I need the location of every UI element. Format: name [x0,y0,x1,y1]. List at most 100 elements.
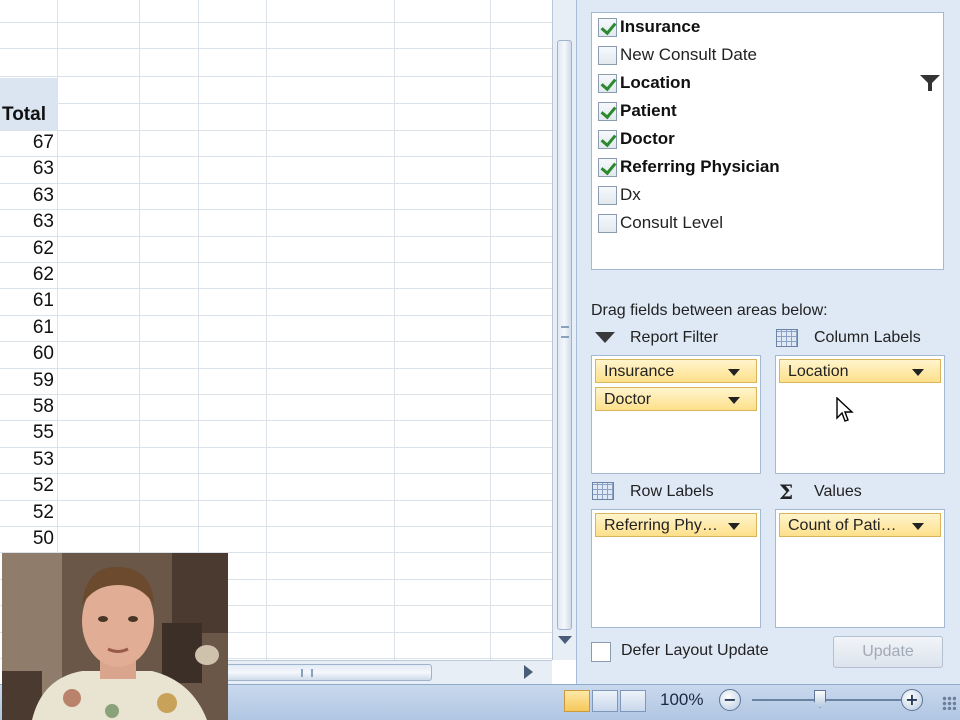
update-button[interactable]: Update [833,636,943,668]
total-cell[interactable]: 52 [0,473,54,499]
field-checkbox[interactable] [598,46,617,65]
zoom-in-icon[interactable]: + [901,689,923,711]
field-label: New Consult Date [620,45,758,64]
total-cell[interactable]: 62 [0,262,54,288]
field-item[interactable]: Patient [596,99,936,123]
total-cell[interactable]: 50 [0,526,54,552]
dropdown-arrow-icon[interactable] [728,369,740,376]
total-cell[interactable]: 63 [0,156,54,182]
grid-row-line [0,394,552,395]
horizontal-scrollbar[interactable] [226,660,552,684]
grid-row-line [0,526,552,527]
field-item[interactable]: Dx [596,183,936,207]
field-checkbox[interactable] [598,130,617,149]
resize-grip-icon[interactable] [942,696,956,710]
dropdown-arrow-icon[interactable] [728,523,740,530]
defer-layout-update-label: Defer Layout Update [621,642,769,659]
zoom-level[interactable]: 100% [660,690,703,710]
area-field-pill[interactable]: Doctor [595,387,757,411]
grid-row-line [0,156,552,157]
grid-column-line [394,0,395,660]
field-checkbox[interactable] [598,18,617,37]
total-cell[interactable]: 53 [0,447,54,473]
page-break-preview-button[interactable] [620,690,646,712]
webcam-overlay [2,553,228,720]
total-header-label: Total [2,104,46,125]
mouse-cursor-icon [836,397,854,422]
total-cell[interactable]: 62 [0,236,54,262]
row-labels-title: Row Labels [630,483,714,500]
report-filter-area[interactable]: Insurance Doctor [591,355,761,474]
area-field-pill[interactable]: Referring Phy… [595,513,757,537]
field-item[interactable]: New Consult Date [596,43,936,67]
field-label: Consult Level [620,213,724,232]
field-label: Dx [620,185,641,204]
grid-row-line [0,500,552,501]
scroll-grip-icon [561,326,569,338]
total-cell[interactable]: 63 [0,209,54,235]
normal-view-button[interactable] [564,690,590,712]
vertical-scrollbar[interactable] [552,0,576,660]
field-label: Doctor [620,129,675,148]
row-labels-grid-icon [592,482,614,500]
grid-row-line [0,262,552,263]
pivot-field-list-pane: Insurance New Consult Date Location Patient… [576,0,960,684]
field-item[interactable]: Consult Level [596,211,936,235]
grid-row-line [0,236,552,237]
total-cell[interactable]: 58 [0,394,54,420]
grid-row-line [0,76,552,77]
zoom-out-icon[interactable]: − [719,689,741,711]
grid-column-line [490,0,491,660]
field-checkbox[interactable] [598,102,617,121]
dropdown-arrow-icon[interactable] [912,369,924,376]
dropdown-arrow-icon[interactable] [912,523,924,530]
horizontal-scroll-thumb[interactable] [226,664,432,681]
grid-row-line [0,473,552,474]
grid-row-line [0,22,552,23]
area-field-pill[interactable]: Insurance [595,359,757,383]
vertical-scroll-thumb[interactable] [557,40,572,630]
grid-column-line [266,0,267,660]
row-labels-area[interactable]: Referring Phy… [591,509,761,628]
total-cell[interactable]: 55 [0,420,54,446]
page-layout-view-button[interactable] [592,690,618,712]
scroll-down-arrow-icon[interactable] [558,636,572,644]
total-cell[interactable]: 61 [0,315,54,341]
total-column-header[interactable]: Total [0,78,57,130]
column-labels-grid-icon [776,329,798,347]
total-cell[interactable]: 52 [0,500,54,526]
column-labels-title: Column Labels [814,329,921,346]
field-checkbox[interactable] [598,214,617,233]
dropdown-arrow-icon[interactable] [728,397,740,404]
field-item[interactable]: Location [596,71,940,95]
values-area[interactable]: Count of Pati… [775,509,945,628]
field-item[interactable]: Referring Physician [596,155,936,179]
total-cell[interactable]: 67 [0,130,54,156]
area-field-pill[interactable]: Count of Pati… [779,513,941,537]
field-checkbox[interactable] [598,158,617,177]
field-checkbox[interactable] [598,74,617,93]
grid-row-line [0,341,552,342]
zoom-slider-track[interactable] [752,699,902,701]
pill-label: Referring Phy… [604,517,718,534]
grid-row-line [0,315,552,316]
field-item[interactable]: Doctor [596,127,936,151]
field-label: Location [620,73,691,92]
filter-funnel-icon[interactable] [920,75,940,91]
field-item[interactable]: Insurance [596,15,936,39]
column-labels-area[interactable]: Location [775,355,945,474]
total-cell[interactable]: 60 [0,341,54,367]
field-checkbox[interactable] [598,186,617,205]
area-field-pill[interactable]: Location [779,359,941,383]
total-cell[interactable]: 61 [0,288,54,314]
grid-row-line [0,209,552,210]
scroll-right-arrow-icon[interactable] [524,665,533,679]
field-label: Patient [620,101,677,120]
grid-row-line [0,183,552,184]
total-cell[interactable]: 63 [0,183,54,209]
defer-layout-update-checkbox[interactable] [591,642,611,662]
funnel-icon [595,332,615,343]
total-cell[interactable]: 59 [0,368,54,394]
pill-label: Location [788,363,849,380]
grid-row-line [0,447,552,448]
